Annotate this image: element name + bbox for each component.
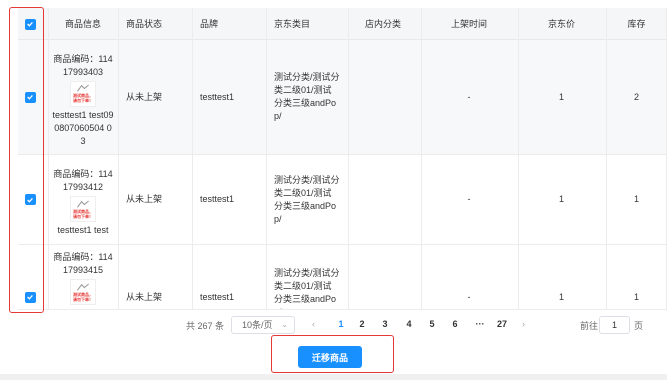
row-select-cell	[18, 40, 42, 154]
product-status: 从未上架	[126, 194, 163, 204]
column-divider	[606, 8, 607, 310]
row-checkbox[interactable]	[24, 194, 36, 205]
product-stock: 2	[633, 91, 639, 102]
product-thumbnail[interactable]: 测试商品， 请勿下单！	[70, 279, 96, 305]
column-divider	[518, 8, 519, 310]
select-all-cell	[18, 8, 42, 40]
page-size-select[interactable]: 10条/页 ⌄	[231, 316, 295, 334]
page-ellipsis[interactable]: ···	[471, 319, 489, 329]
product-shop-category	[348, 245, 418, 309]
product-category: 测试分类/测试分类二级01/测试分类三级andPop/	[274, 72, 340, 121]
product-price: 1	[558, 91, 564, 102]
header-shop-category: 店内分类	[364, 19, 401, 29]
product-shelf-time: -	[467, 194, 471, 204]
migrate-products-button[interactable]: 迁移商品	[298, 346, 362, 368]
product-shelf-time: -	[467, 291, 471, 302]
header-info: 商品信息	[64, 19, 101, 29]
product-category-cell: 测试分类/测试分类二级01/测试分类三级andPop/	[266, 245, 346, 309]
table-row: 商品编码：11417993403 测试商品， 请勿下单！ testtest1 t…	[18, 40, 667, 155]
header-category: 京东类目	[274, 19, 311, 29]
page-size-value: 10条/页	[242, 320, 273, 330]
product-category: 测试分类/测试分类二级01/测试分类三级andPop/	[274, 174, 340, 224]
header-brand: 品牌	[200, 19, 219, 29]
check-icon	[27, 94, 33, 100]
product-shop-category	[348, 40, 418, 154]
product-brand: testtest1	[200, 291, 235, 302]
product-stock: 1	[633, 291, 639, 302]
product-category-cell: 测试分类/测试分类二级01/测试分类三级andPop/	[266, 155, 346, 244]
row-select-cell	[18, 155, 42, 244]
goto-unit: 页	[634, 321, 644, 331]
product-shelf-time: -	[467, 91, 471, 102]
product-stock: 1	[633, 194, 639, 204]
bottom-divider	[0, 374, 667, 380]
total-count: 共 267 条	[186, 321, 225, 331]
product-info-cell: 商品编码：11417993403 测试商品， 请勿下单！ testtest1 t…	[50, 40, 116, 154]
prev-page-button[interactable]: ‹	[312, 319, 315, 329]
goto-page-input[interactable]: 1	[599, 316, 630, 334]
product-status: 从未上架	[126, 91, 163, 102]
check-icon	[27, 197, 33, 203]
table-header: 商品信息 商品状态 品牌 京东类目 店内分类 上架时间 京东价 库存	[18, 8, 667, 40]
page-6[interactable]: 6	[448, 319, 462, 329]
product-category-cell: 测试分类/测试分类二级01/测试分类三级andPop/	[266, 40, 346, 154]
product-info-cell: 商品编码：11417993415 测试商品， 请勿下单！	[50, 245, 116, 309]
column-divider	[192, 8, 193, 310]
row-checkbox[interactable]	[24, 91, 36, 103]
column-divider	[266, 8, 267, 310]
next-page-button[interactable]: ›	[522, 319, 525, 329]
product-category: 测试分类/测试分类二级01/测试分类三级andPop/	[274, 268, 340, 309]
column-divider	[421, 8, 422, 310]
product-shop-category	[348, 155, 418, 244]
chevron-down-icon: ⌄	[281, 320, 288, 329]
header-status: 商品状态	[126, 19, 163, 29]
product-thumbnail[interactable]: 测试商品， 请勿下单！	[70, 80, 96, 107]
check-icon	[27, 21, 33, 27]
product-code: 商品编码：11417993412	[53, 169, 113, 192]
product-name[interactable]: testtest1 test	[52, 224, 114, 237]
column-divider	[118, 8, 119, 310]
product-brand: testtest1	[200, 194, 235, 204]
table-row: 商品编码：11417993412 测试商品， 请勿下单！ testtest1 t…	[18, 155, 667, 245]
thumb-text-2: 请勿下单！	[73, 98, 93, 103]
product-logo-icon	[76, 84, 89, 92]
product-code: 商品编码：11417993403	[53, 53, 113, 77]
product-price: 1	[558, 291, 564, 302]
check-icon	[27, 294, 33, 300]
thumb-text-2: 请勿下单！	[73, 296, 93, 302]
page-4[interactable]: 4	[402, 319, 416, 329]
header-shelf-time: 上架时间	[450, 19, 487, 29]
page-2[interactable]: 2	[355, 319, 369, 329]
page-1[interactable]: 1	[334, 319, 348, 329]
row-select-cell	[18, 245, 42, 309]
header-stock: 库存	[627, 19, 646, 29]
product-thumbnail[interactable]: 测试商品， 请勿下单！	[70, 196, 96, 222]
row-checkbox[interactable]	[24, 291, 36, 303]
page-3[interactable]: 3	[378, 319, 392, 329]
product-logo-icon	[76, 283, 89, 291]
page-27[interactable]: 27	[494, 319, 510, 329]
product-code: 商品编码：11417993415	[53, 252, 113, 275]
header-price: 京东价	[547, 19, 575, 29]
column-divider	[348, 8, 349, 310]
product-brand: testtest1	[200, 91, 235, 102]
goto-label: 前往	[580, 321, 599, 331]
product-price: 1	[558, 194, 564, 204]
thumb-text-2: 请勿下单！	[73, 213, 93, 219]
product-name[interactable]: testtest1 test090807060504 03	[52, 109, 114, 148]
product-logo-icon	[76, 200, 89, 208]
page-5[interactable]: 5	[425, 319, 439, 329]
product-info-cell: 商品编码：11417993412 测试商品， 请勿下单！ testtest1 t…	[50, 155, 116, 244]
select-all-checkbox[interactable]	[24, 18, 36, 30]
table-row: 商品编码：11417993415 测试商品， 请勿下单！ 从未上架 testte…	[18, 245, 667, 310]
product-status: 从未上架	[126, 291, 163, 302]
column-divider	[48, 8, 49, 310]
pagination: 共 267 条 10条/页 ⌄ ‹ 1 2 3 4 5 6 ··· 27 › 前…	[0, 316, 667, 336]
